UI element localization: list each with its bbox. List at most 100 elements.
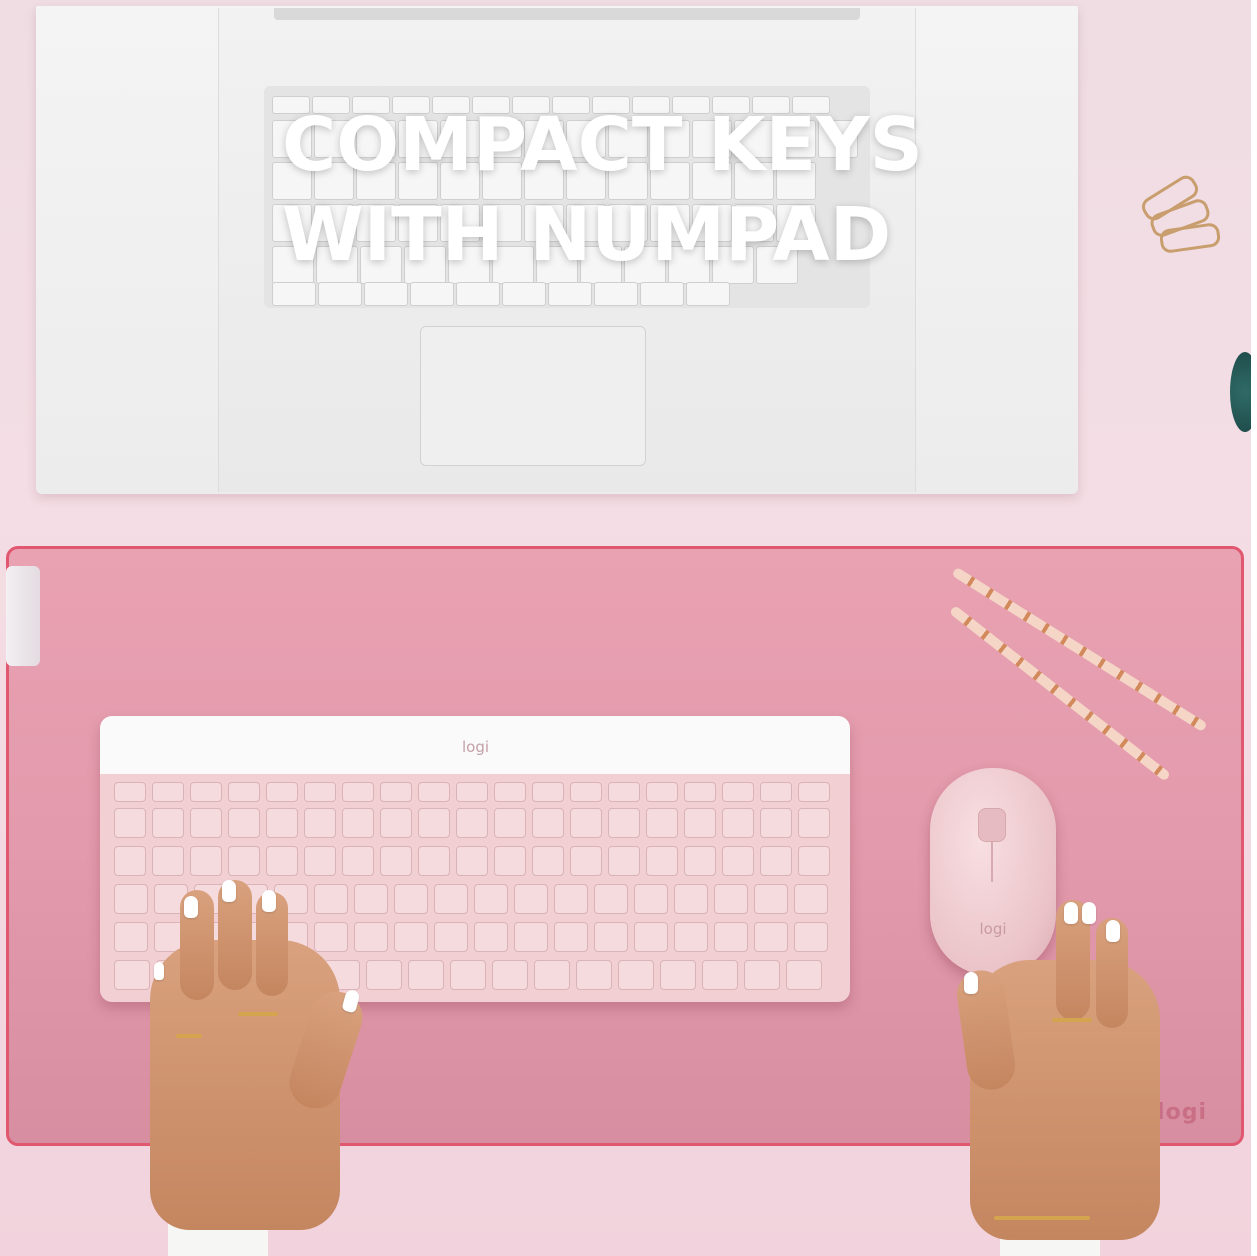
keyboard-key xyxy=(646,846,678,876)
keyboard-key xyxy=(380,808,412,838)
keyboard-key xyxy=(114,960,150,990)
laptop-key xyxy=(318,282,362,306)
keyboard-key xyxy=(554,922,588,952)
keyboard-key xyxy=(594,922,628,952)
keyboard-key xyxy=(492,960,528,990)
keyboard-key xyxy=(532,782,564,802)
laptop-hinge xyxy=(274,8,860,20)
keyboard-key xyxy=(342,782,374,802)
keyboard-key xyxy=(798,782,830,802)
keyboard-key xyxy=(304,846,336,876)
fingernail xyxy=(1082,902,1096,924)
fingernail xyxy=(1106,920,1120,942)
keyboard-key xyxy=(228,782,260,802)
keyboard-key xyxy=(722,846,754,876)
keyboard-key xyxy=(618,960,654,990)
keyboard-key xyxy=(266,808,298,838)
keyboard-key xyxy=(760,808,792,838)
keyboard-key xyxy=(266,846,298,876)
keyboard-key xyxy=(532,808,564,838)
keyboard-key xyxy=(722,782,754,802)
keyboard-key xyxy=(570,846,602,876)
keyboard-key xyxy=(114,884,148,914)
fingernail xyxy=(262,890,276,912)
keyboard-key xyxy=(786,960,822,990)
keyboard-key xyxy=(534,960,570,990)
keyboard-key xyxy=(228,808,260,838)
keyboard-key xyxy=(314,884,348,914)
keyboard-key xyxy=(798,846,830,876)
product-photo: logi logi logi COMPACT KEYS WITH NUMPAD xyxy=(0,0,1257,1256)
keyboard-key xyxy=(608,808,640,838)
keyboard-key xyxy=(646,808,678,838)
fingernail xyxy=(154,962,164,980)
laptop-key xyxy=(640,282,684,306)
keyboard-key xyxy=(314,922,348,952)
keyboard-key xyxy=(760,782,792,802)
keyboard-key xyxy=(570,808,602,838)
keyboard-key xyxy=(794,884,828,914)
headline-line-2: WITH NUMPAD xyxy=(282,192,892,278)
keyboard-key xyxy=(434,922,468,952)
keyboard-key xyxy=(190,846,222,876)
keyboard-key xyxy=(754,922,788,952)
laptop-trackpad xyxy=(420,326,646,466)
keyboard-key xyxy=(722,808,754,838)
keyboard-key xyxy=(152,808,184,838)
keyboard-key xyxy=(576,960,612,990)
ring xyxy=(238,1012,278,1016)
ring xyxy=(176,1034,202,1038)
frame-edge xyxy=(1251,0,1257,1256)
keyboard-key xyxy=(660,960,696,990)
keyboard-key xyxy=(514,922,548,952)
headline-line-1: COMPACT KEYS xyxy=(282,102,923,188)
keyboard-key xyxy=(494,808,526,838)
laptop-key xyxy=(456,282,500,306)
keyboard-key xyxy=(570,782,602,802)
keyboard-key xyxy=(380,846,412,876)
mouse-scroll-wheel xyxy=(978,808,1006,842)
keyboard-key xyxy=(228,846,260,876)
keyboard-key xyxy=(342,808,374,838)
laptop-key xyxy=(548,282,592,306)
keyboard-key xyxy=(394,884,428,914)
keyboard-key xyxy=(456,782,488,802)
keyboard-key xyxy=(608,782,640,802)
keyboard-key xyxy=(494,782,526,802)
keyboard-key xyxy=(266,782,298,802)
fingernail xyxy=(964,972,978,994)
wireless-mouse: logi xyxy=(930,768,1056,976)
keyboard-key xyxy=(114,782,146,802)
keyboard-key xyxy=(608,846,640,876)
keyboard-key xyxy=(190,808,222,838)
keyboard-key xyxy=(474,884,508,914)
laptop-key xyxy=(272,282,316,306)
keyboard-key xyxy=(514,884,548,914)
keyboard-key xyxy=(394,922,428,952)
keyboard-logo: logi xyxy=(462,738,490,756)
keyboard-key xyxy=(594,884,628,914)
keyboard-key xyxy=(418,846,450,876)
ring xyxy=(994,1216,1090,1220)
keyboard-key xyxy=(354,884,388,914)
keyboard-key xyxy=(684,808,716,838)
keyboard-key xyxy=(714,884,748,914)
glass xyxy=(6,566,40,666)
keyboard-key xyxy=(366,960,402,990)
desk-mat-logo: logi xyxy=(1157,1100,1207,1125)
keyboard-key xyxy=(684,782,716,802)
keyboard-key xyxy=(380,782,412,802)
laptop-key xyxy=(502,282,546,306)
keyboard-key xyxy=(152,846,184,876)
keyboard-key xyxy=(714,922,748,952)
keyboard-key xyxy=(494,846,526,876)
laptop-key xyxy=(364,282,408,306)
keyboard-key xyxy=(354,922,388,952)
keyboard-key xyxy=(794,922,828,952)
headline: COMPACT KEYS WITH NUMPAD xyxy=(282,100,923,280)
keyboard-key xyxy=(532,846,564,876)
keyboard-key xyxy=(342,846,374,876)
ring xyxy=(1052,1018,1092,1022)
keyboard-key xyxy=(674,922,708,952)
keyboard-key xyxy=(456,808,488,838)
